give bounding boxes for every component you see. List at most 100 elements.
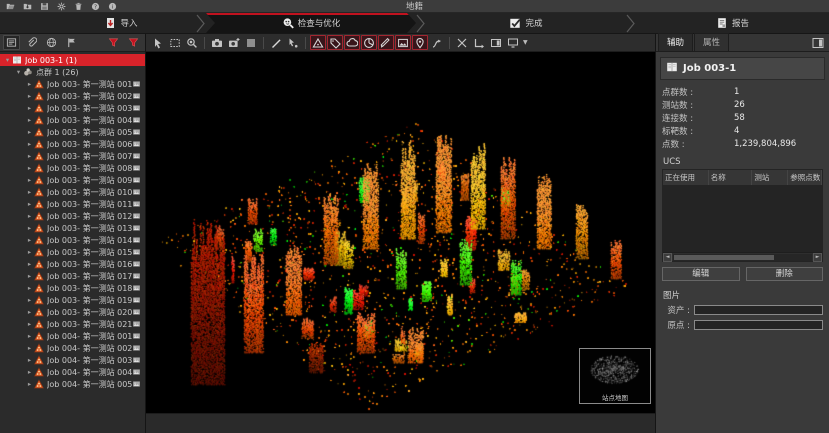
station-image-icon[interactable] [132, 164, 141, 172]
tree-item-station[interactable]: ▸Job 003- 第一测站 004 (5) [0, 114, 145, 126]
station-image-icon[interactable] [132, 236, 141, 244]
markers-tab[interactable] [63, 35, 80, 50]
corner-align-button[interactable] [471, 35, 487, 50]
tree-item-station[interactable]: ▸Job 004- 第一测站 002 (6) [0, 342, 145, 354]
ucs-column-header[interactable]: 测站 [752, 170, 788, 185]
settings-gear-icon[interactable] [55, 1, 67, 11]
ucs-table-body[interactable] [663, 186, 822, 252]
station-image-icon[interactable] [132, 200, 141, 208]
tree-item-station[interactable]: ▸Job 003- 第一测站 001 (6) [0, 78, 145, 90]
station-image-icon[interactable] [132, 368, 141, 376]
tree-item-station[interactable]: ▸Job 003- 第一测站 008 (2) [0, 162, 145, 174]
panel-layout-icon[interactable] [810, 36, 826, 50]
station-image-icon[interactable] [132, 332, 141, 340]
tree-item-station[interactable]: ▸Job 004- 第一测站 005 (6) [0, 378, 145, 390]
station-image-icon[interactable] [132, 104, 141, 112]
station-image-icon[interactable] [132, 176, 141, 184]
pen-marker-button[interactable] [378, 35, 394, 50]
tree-item-station[interactable]: ▸Job 003- 第一测站 003 (4) [0, 102, 145, 114]
tree-item-station[interactable]: ▸Job 003- 第一测站 013 (4) [0, 222, 145, 234]
ucs-horizontal-scrollbar[interactable]: ◄ ► [663, 252, 822, 261]
scroll-thumb[interactable] [674, 255, 774, 260]
cloud-marker-button[interactable] [344, 35, 360, 50]
tree-item-station[interactable]: ▸Job 003- 第一测站 012 (5) [0, 210, 145, 222]
scroll-left-arrow[interactable]: ◄ [663, 253, 672, 262]
attachments-tab[interactable] [23, 35, 40, 50]
edit-button[interactable]: 编辑 [662, 267, 740, 281]
station-image-icon[interactable] [132, 320, 141, 328]
pie-marker-button[interactable] [361, 35, 377, 50]
route-path-button[interactable] [429, 35, 445, 50]
tree-item-station[interactable]: ▸Job 003- 第一测站 014 (4) [0, 234, 145, 246]
tree-item-station[interactable]: ▸Job 003- 第一测站 016 (4) [0, 258, 145, 270]
tree-item-pointgroup[interactable]: ▾点群 1 (26) [0, 66, 145, 78]
image-field-input[interactable] [694, 320, 823, 330]
tree-item-station[interactable]: ▸Job 003- 第一测站 018 (4) [0, 282, 145, 294]
tree-item-station[interactable]: ▸Job 003- 第一测站 002 (5) [0, 90, 145, 102]
station-image-icon[interactable] [132, 212, 141, 220]
zoom-window-button[interactable] [184, 35, 200, 50]
station-image-icon[interactable] [132, 128, 141, 136]
station-image-icon[interactable] [132, 284, 141, 292]
workflow-step-3[interactable]: 完成 [426, 13, 626, 33]
image-field-input[interactable] [694, 305, 823, 315]
station-image-icon[interactable] [132, 260, 141, 268]
image-marker-button[interactable] [395, 35, 411, 50]
project-tree-tab[interactable] [3, 35, 20, 50]
tree-item-station[interactable]: ▸Job 004- 第一测站 004 (7) [0, 366, 145, 378]
tree-item-station[interactable]: ▸Job 003- 第一测站 015 (4) [0, 246, 145, 258]
station-image-icon[interactable] [132, 272, 141, 280]
tree-item-job[interactable]: ▾Job 003-1 (1) [0, 54, 145, 66]
workflow-step-2[interactable]: 检查与优化 [206, 13, 416, 33]
tree-item-station[interactable]: ▸Job 003- 第一测站 007 (5) [0, 150, 145, 162]
station-image-icon[interactable] [132, 188, 141, 196]
station-image-icon[interactable] [132, 248, 141, 256]
station-image-icon[interactable] [132, 344, 141, 352]
filter-images-button[interactable] [125, 35, 142, 50]
screenshot-button[interactable] [243, 35, 259, 50]
panel-view-button[interactable] [488, 35, 504, 50]
tree-item-station[interactable]: ▸Job 003- 第一测站 010 (3) [0, 186, 145, 198]
station-marker-button[interactable] [310, 35, 326, 50]
station-image-icon[interactable] [132, 140, 141, 148]
minimap[interactable]: 站点地图 [579, 348, 651, 404]
tree-item-station[interactable]: ▸Job 003- 第一测站 005 (7) [0, 126, 145, 138]
rect-select-button[interactable] [167, 35, 183, 50]
select-cursor-button[interactable] [150, 35, 166, 50]
workflow-step-4[interactable]: 报告 [636, 13, 829, 33]
pin-marker-button[interactable] [412, 35, 428, 50]
camera-add-button[interactable] [226, 35, 242, 50]
tree-item-station[interactable]: ▸Job 003- 第一测站 011 (2) [0, 198, 145, 210]
web-tab[interactable] [43, 35, 60, 50]
tag-marker-button[interactable] [327, 35, 343, 50]
tree-item-station[interactable]: ▸Job 003- 第一测站 009 (3) [0, 174, 145, 186]
ucs-column-header[interactable]: 正在使用 [663, 170, 709, 185]
tree-item-station[interactable]: ▸Job 004- 第一测站 001 (3) [0, 330, 145, 342]
folder-open-icon[interactable] [4, 1, 16, 11]
help-icon[interactable]: ? [89, 1, 101, 11]
tree-item-station[interactable]: ▸Job 003- 第一测站 017 (3) [0, 270, 145, 282]
trash-icon[interactable] [72, 1, 84, 11]
camera-button[interactable] [209, 35, 225, 50]
station-image-icon[interactable] [132, 308, 141, 316]
ucs-column-header[interactable]: 名称 [709, 170, 753, 185]
display-mode-button[interactable] [505, 35, 521, 50]
scroll-right-arrow[interactable]: ► [813, 253, 822, 262]
tree-item-station[interactable]: ▸Job 003- 第一测站 020 (5) [0, 306, 145, 318]
measure-pen-button[interactable] [268, 35, 284, 50]
station-image-icon[interactable] [132, 152, 141, 160]
tab-auxiliary[interactable]: 辅助 [658, 33, 693, 51]
scroll-track[interactable] [673, 254, 812, 261]
station-image-icon[interactable] [132, 296, 141, 304]
delete-button[interactable]: 删除 [746, 267, 824, 281]
tree-item-station[interactable]: ▸Job 003- 第一测站 021 (9) [0, 318, 145, 330]
tab-properties[interactable]: 属性 [694, 33, 729, 51]
tree-item-station[interactable]: ▸Job 003- 第一测站 019 (2) [0, 294, 145, 306]
station-image-icon[interactable] [132, 380, 141, 388]
station-image-icon[interactable] [132, 356, 141, 364]
station-image-icon[interactable] [132, 92, 141, 100]
workflow-step-1[interactable]: 导入 [46, 13, 196, 33]
viewport-3d[interactable]: 站点地图 [146, 52, 655, 413]
tree-item-station[interactable]: ▸Job 004- 第一测站 003 (4) [0, 354, 145, 366]
folder-import-icon[interactable] [21, 1, 33, 11]
